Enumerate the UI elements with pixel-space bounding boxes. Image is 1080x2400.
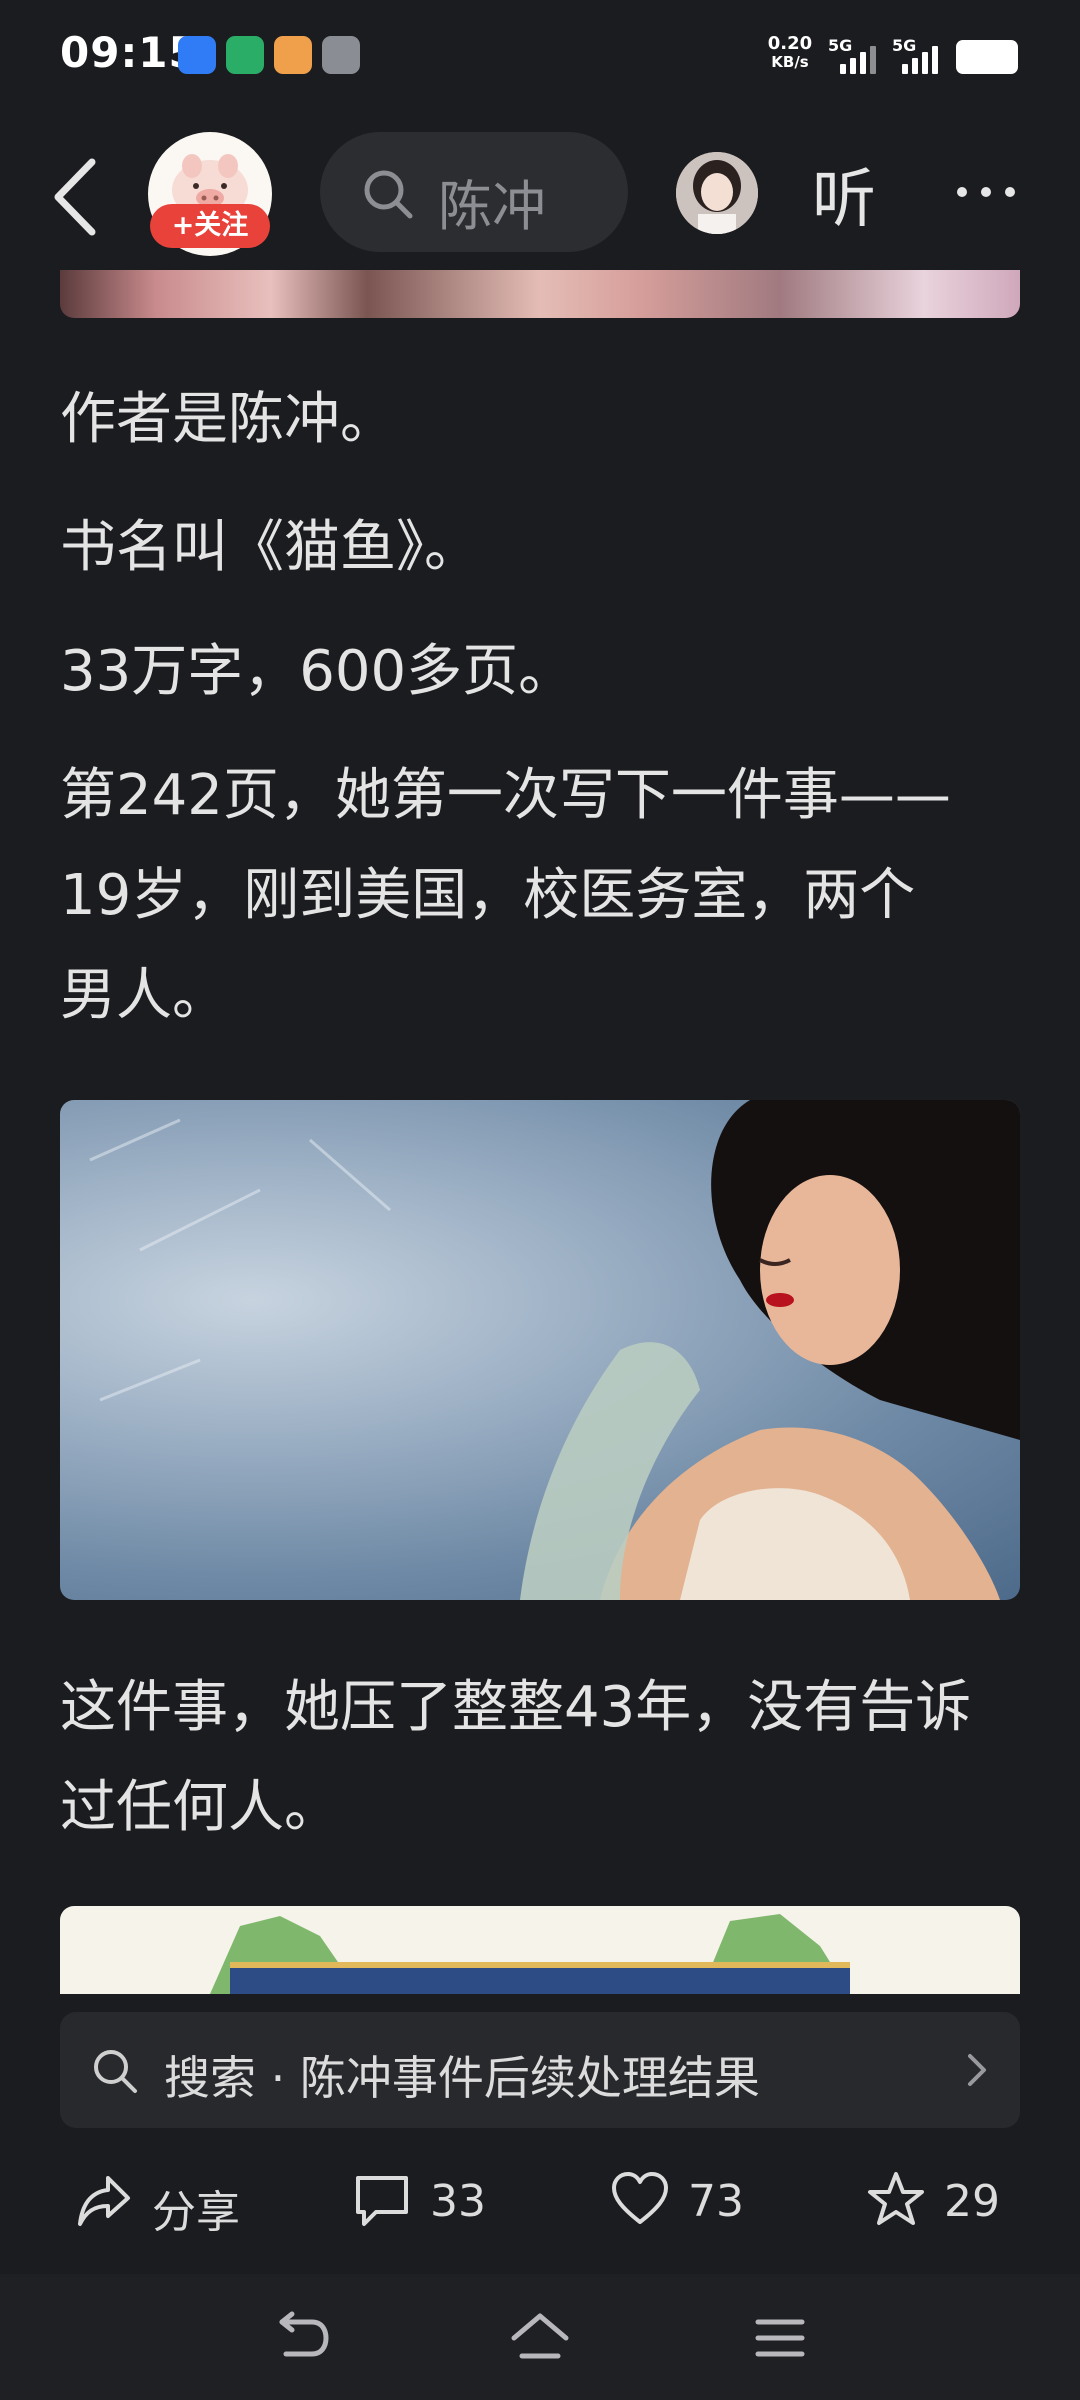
search-query-text: 陈冲 <box>438 175 546 238</box>
more-dots-icon <box>957 187 1015 197</box>
system-navigation-bar <box>0 2274 1080 2400</box>
article-paragraph: 书名叫《猫鱼》。 <box>60 515 480 580</box>
status-bar: 09:15 0.20 KB/s 5G 5G <box>0 0 1080 112</box>
search-input[interactable]: 陈冲 <box>320 132 628 252</box>
sim1-signal-icon <box>836 42 882 74</box>
illustration-image <box>210 1914 850 1994</box>
search-icon <box>364 170 413 219</box>
like-count: 73 <box>688 2176 744 2227</box>
listen-button[interactable]: 听 <box>812 148 876 240</box>
search-icon <box>94 2050 137 2093</box>
reader-avatar-icon <box>676 152 758 234</box>
like-button[interactable]: 73 <box>610 2168 780 2232</box>
article-image-top[interactable] <box>60 270 1020 318</box>
settings-notification-icon <box>322 36 360 74</box>
battery-icon <box>956 40 1018 74</box>
favorite-button[interactable]: 29 <box>866 2168 1036 2232</box>
system-home-button[interactable] <box>510 2310 570 2366</box>
article-paragraph: 作者是陈冲。 <box>60 387 396 452</box>
system-recents-button[interactable] <box>750 2310 810 2366</box>
heart-icon <box>612 2172 668 2224</box>
related-search-bar[interactable]: 搜索 · 陈冲事件后续处理结果 <box>60 2012 1020 2128</box>
network-speed-value: 0.20 <box>767 33 813 54</box>
article-paragraph: 第242页，她第一次写下一件事——19岁，刚到美国，校医务室，两个男人。 <box>60 763 951 1028</box>
voice-reader-avatar[interactable] <box>676 152 758 234</box>
notification-app-icon <box>274 36 312 74</box>
more-options-button[interactable] <box>950 172 1030 212</box>
share-label: 分享 <box>152 2187 240 2238</box>
sim2-signal-icon <box>898 42 944 74</box>
star-icon <box>868 2172 924 2225</box>
article-photo[interactable] <box>60 1100 1020 1600</box>
return-icon <box>279 2311 329 2357</box>
network-speed-unit: KB/s <box>771 53 809 71</box>
favorite-count: 29 <box>944 2176 1000 2227</box>
comment-icon <box>356 2176 408 2226</box>
network-speed: 0.20 KB/s <box>764 34 816 72</box>
home-icon <box>511 2313 569 2359</box>
article-paragraph: 这件事，她压了整整43年，没有告诉过任何人。 <box>60 1675 972 1840</box>
article-image-bottom[interactable] <box>60 1906 1020 1994</box>
wechat-notification-icon <box>226 36 264 74</box>
comment-button[interactable]: 33 <box>352 2168 522 2232</box>
woman-portrait-image <box>89 1100 1020 1600</box>
related-search-text: 搜索 · 陈冲事件后续处理结果 <box>164 2051 760 2105</box>
top-navigation: +关注 陈冲 听 <box>0 112 1080 272</box>
action-bar: 分享 33 73 29 <box>0 2150 1080 2250</box>
follow-button[interactable]: +关注 <box>150 204 270 248</box>
system-back-button[interactable] <box>272 2310 332 2366</box>
back-button[interactable] <box>44 152 114 242</box>
comment-count: 33 <box>430 2176 486 2227</box>
share-button[interactable]: 分享 <box>74 2168 264 2238</box>
back-arrow-icon <box>54 158 96 236</box>
notification-app-icon <box>178 36 216 74</box>
menu-icon <box>755 2319 805 2357</box>
chevron-right-icon <box>968 2054 986 2086</box>
share-icon <box>78 2176 130 2226</box>
article-paragraph: 33万字，600多页。 <box>60 639 575 704</box>
